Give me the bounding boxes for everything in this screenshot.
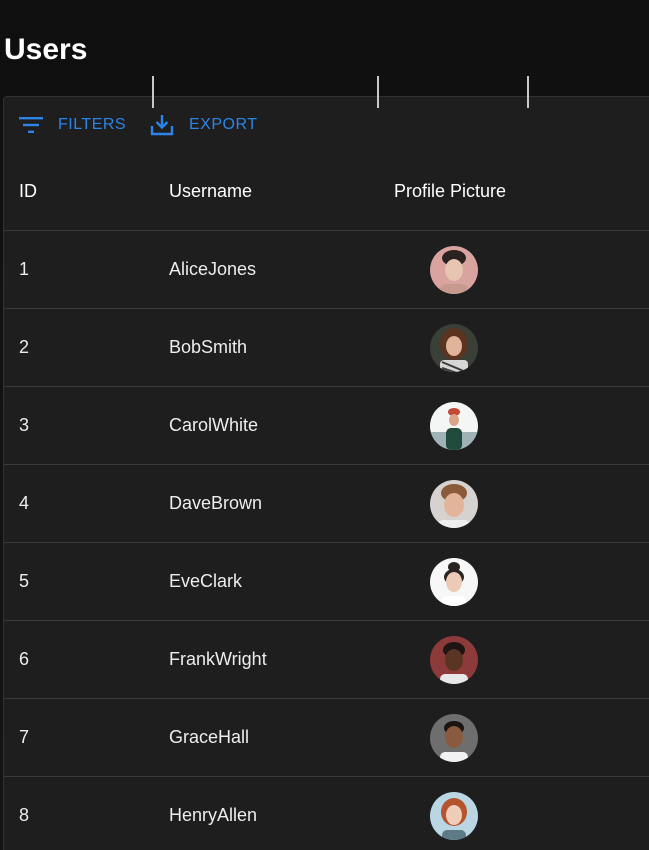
cell-username: BobSmith [169, 337, 248, 357]
table-row[interactable]: 1 AliceJones [4, 231, 649, 309]
avatar [430, 635, 478, 684]
column-separator[interactable] [527, 76, 529, 108]
column-separator[interactable] [152, 76, 154, 108]
avatar [430, 557, 478, 606]
cell-username: GraceHall [169, 727, 250, 747]
cell-username: HenryAllen [169, 805, 258, 825]
column-header-id[interactable]: ID [19, 153, 37, 230]
cell-username: EveClark [169, 571, 243, 591]
cell-username: AliceJones [169, 259, 257, 279]
cell-username: FrankWright [169, 649, 267, 669]
table-row[interactable]: 5 EveClark [4, 543, 649, 621]
cell-username: DaveBrown [169, 493, 263, 513]
column-header-username[interactable]: Username [169, 153, 252, 230]
table-row[interactable]: 6 FrankWright [4, 621, 649, 699]
download-icon [149, 113, 175, 137]
cell-profile-picture [430, 309, 478, 386]
page-title: Users [4, 33, 88, 66]
cell-id: 8 [19, 805, 30, 825]
cell-id: 4 [19, 493, 30, 513]
cell-id: 1 [19, 259, 30, 279]
table-row[interactable]: 3 CarolWhite [4, 387, 649, 465]
avatar [430, 323, 478, 372]
cell-id: 6 [19, 649, 30, 669]
cell-id: 3 [19, 415, 30, 435]
table-row[interactable]: 7 GraceHall [4, 699, 649, 777]
users-data-grid: FILTERS EXPORT ID Username Profile Pictu… [3, 96, 649, 850]
cell-profile-picture [430, 465, 478, 542]
avatar [430, 479, 478, 528]
table-row[interactable]: 2 BobSmith [4, 309, 649, 387]
filters-button[interactable]: FILTERS [18, 113, 126, 137]
cell-profile-picture [430, 621, 478, 698]
avatar [430, 713, 478, 762]
column-header-profile-picture[interactable]: Profile Picture [394, 153, 506, 230]
cell-profile-picture [430, 387, 478, 464]
cell-id: 7 [19, 727, 30, 747]
users-page: Users FILTERS EXPORT ID Username Profile… [0, 0, 649, 850]
filter-icon [18, 114, 44, 136]
export-button[interactable]: EXPORT [149, 113, 258, 137]
avatar [430, 401, 478, 450]
cell-profile-picture [430, 543, 478, 620]
column-separator[interactable] [377, 76, 379, 108]
cell-profile-picture [430, 699, 478, 776]
table-row[interactable]: 4 DaveBrown [4, 465, 649, 543]
avatar [430, 791, 478, 840]
column-header-row: ID Username Profile Picture [4, 153, 649, 231]
cell-id: 5 [19, 571, 30, 591]
table-row[interactable]: 8 HenryAllen [4, 777, 649, 850]
table-body: 1 AliceJones 2 BobSmith 3 CarolWhite 4 D… [4, 231, 649, 850]
filters-label: FILTERS [58, 116, 127, 133]
cell-profile-picture [430, 231, 478, 308]
cell-profile-picture [430, 777, 478, 850]
cell-id: 2 [19, 337, 30, 357]
export-label: EXPORT [189, 116, 258, 133]
avatar [430, 245, 478, 294]
cell-username: CarolWhite [169, 415, 259, 435]
grid-toolbar: FILTERS EXPORT [4, 97, 649, 153]
